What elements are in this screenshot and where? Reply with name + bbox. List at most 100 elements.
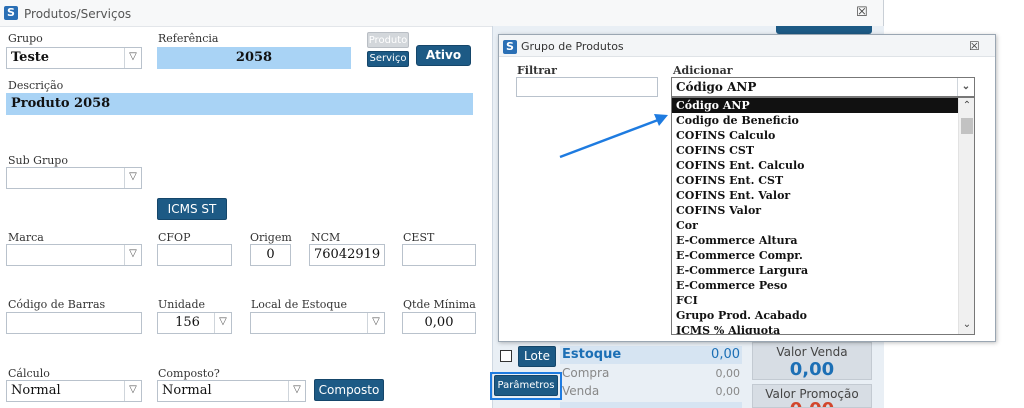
dropdown-list-item[interactable]: COFINS CST: [672, 143, 958, 158]
adicionar-select[interactable]: Código ANP ⌄: [671, 77, 975, 97]
dropdown-list-item[interactable]: COFINS Ent. CST: [672, 173, 958, 188]
grupo-select[interactable]: Teste ▽: [6, 47, 142, 69]
chevron-down-icon[interactable]: ▽: [214, 313, 231, 333]
marca-select[interactable]: ▽: [6, 244, 142, 266]
lote-checkbox[interactable]: [500, 350, 512, 362]
ncm-field[interactable]: 76042919: [309, 244, 385, 266]
main-title-bar: S Produtos/Serviços ☒: [0, 0, 883, 27]
subgrupo-label: Sub Grupo: [8, 154, 68, 167]
main-window-title: Produtos/Serviços: [24, 7, 132, 21]
chevron-down-icon[interactable]: ▽: [124, 245, 141, 265]
descricao-field[interactable]: Produto 2058: [6, 93, 473, 115]
cfop-label: CFOP: [158, 231, 191, 244]
chevron-down-icon[interactable]: ▽: [124, 381, 141, 401]
codigo-barras-label: Código de Barras: [8, 298, 106, 311]
origem-label: Origem: [250, 231, 292, 244]
codigo-barras-field[interactable]: [6, 312, 142, 334]
referencia-field[interactable]: 2058: [157, 47, 351, 69]
referencia-label: Referência: [158, 32, 219, 45]
grupo-produtos-dialog: S Grupo de Produtos ☒ Filtrar Adicionar …: [498, 34, 996, 342]
estoque-label: Estoque: [562, 347, 622, 362]
dropdown-scrollbar[interactable]: ⌃ ⌄: [958, 98, 974, 334]
venda-label: Venda: [562, 384, 600, 398]
produto-button[interactable]: Produto: [367, 32, 409, 48]
dialog-title: Grupo de Produtos: [521, 40, 624, 53]
filtrar-label: Filtrar: [517, 64, 557, 77]
dropdown-items: Código ANP Codigo de Beneficio COFINS Calc…: [672, 98, 958, 334]
estoque-value: 0,00: [711, 347, 740, 362]
calculo-select[interactable]: Normal ▽: [6, 380, 142, 402]
local-estoque-label: Local de Estoque: [251, 298, 348, 311]
compra-value: 0,00: [715, 367, 741, 380]
dropdown-list-item[interactable]: COFINS Calculo: [672, 128, 958, 143]
servico-button[interactable]: Serviço: [367, 51, 409, 67]
dropdown-list-item[interactable]: Código ANP: [672, 98, 958, 113]
chevron-up-icon[interactable]: ⌃: [959, 98, 974, 114]
parametros-button[interactable]: Parâmetros: [494, 375, 558, 396]
compra-label: Compra: [562, 366, 610, 380]
ativo-button[interactable]: Ativo: [416, 45, 471, 66]
dropdown-list-item[interactable]: COFINS Valor: [672, 203, 958, 218]
qtde-minima-label: Qtde Mínima: [403, 298, 476, 311]
adicionar-label: Adicionar: [673, 64, 733, 77]
composto-value: Normal: [162, 383, 212, 398]
dialog-logo-icon: S: [503, 40, 517, 54]
saldo-row-partial: [560, 402, 742, 408]
app-logo-icon: S: [4, 6, 18, 20]
chevron-down-icon[interactable]: ▽: [124, 168, 141, 188]
dropdown-list-item[interactable]: FCI: [672, 293, 958, 308]
hidden-header-button: [776, 26, 872, 34]
filtrar-field[interactable]: [516, 77, 658, 97]
dropdown-list-item[interactable]: E-Commerce Compr.: [672, 248, 958, 263]
scrollbar-thumb[interactable]: [961, 118, 973, 134]
chevron-down-icon[interactable]: ▽: [124, 48, 141, 68]
dropdown-list-item[interactable]: Grupo Prod. Acabado: [672, 308, 958, 323]
venda-value: 0,00: [715, 385, 741, 398]
adicionar-value: Código ANP: [676, 80, 757, 94]
cfop-field[interactable]: [157, 244, 232, 266]
dropdown-list-item[interactable]: ICMS % Aliquota: [672, 323, 958, 334]
unidade-value: 156: [175, 315, 200, 330]
unidade-label: Unidade: [158, 298, 206, 311]
dropdown-list-item[interactable]: COFINS Ent. Calculo: [672, 158, 958, 173]
qtde-minima-field[interactable]: 0,00: [402, 312, 476, 334]
chevron-down-icon[interactable]: ⌄: [957, 78, 974, 96]
dropdown-list-item[interactable]: Cor: [672, 218, 958, 233]
dropdown-list-item[interactable]: E-Commerce Peso: [672, 278, 958, 293]
composto-select[interactable]: Normal ▽: [157, 380, 306, 402]
dropdown-list-item[interactable]: COFINS Ent. Valor: [672, 188, 958, 203]
chevron-down-icon[interactable]: ⌄: [959, 318, 974, 334]
chevron-down-icon[interactable]: ▽: [367, 313, 384, 333]
dialog-title-bar: S Grupo de Produtos ☒: [499, 35, 995, 57]
unidade-select[interactable]: 156 ▽: [157, 312, 232, 334]
adicionar-dropdown-list[interactable]: Código ANP Codigo de Beneficio COFINS Calc…: [671, 97, 975, 335]
grupo-label: Grupo: [8, 32, 43, 45]
cest-field[interactable]: [402, 244, 476, 266]
subgrupo-select[interactable]: ▽: [6, 167, 142, 189]
cest-label: CEST: [403, 231, 435, 244]
lote-button[interactable]: Lote: [518, 346, 556, 367]
dropdown-list-item[interactable]: Codigo de Beneficio: [672, 113, 958, 128]
calculo-value: Normal: [11, 383, 61, 398]
arrow-icon: [559, 114, 668, 159]
valor-venda-box: Valor Venda 0,00: [752, 342, 872, 380]
composto-label: Composto?: [158, 367, 220, 380]
valor-venda-value: 0,00: [789, 359, 835, 380]
valor-venda-label: Valor Venda: [776, 345, 848, 359]
icms-st-button[interactable]: ICMS ST: [157, 198, 227, 220]
ncm-label: NCM: [311, 231, 341, 244]
local-estoque-select[interactable]: ▽: [250, 312, 385, 334]
grupo-value: Teste: [11, 50, 50, 65]
valor-promocao-box: Valor Promoção 0,00: [752, 384, 872, 408]
main-close-icon[interactable]: ☒: [856, 5, 868, 20]
origem-field[interactable]: 0: [250, 244, 291, 266]
chevron-down-icon[interactable]: ▽: [288, 381, 305, 401]
composto-button[interactable]: Composto: [314, 379, 384, 401]
calculo-label: Cálculo: [8, 367, 50, 380]
valor-promocao-value: 0,00: [753, 399, 871, 407]
dialog-close-icon[interactable]: ☒: [969, 39, 980, 53]
marca-label: Marca: [8, 231, 44, 244]
descricao-label: Descrição: [8, 79, 64, 92]
dropdown-list-item[interactable]: E-Commerce Altura: [672, 233, 958, 248]
dropdown-list-item[interactable]: E-Commerce Largura: [672, 263, 958, 278]
